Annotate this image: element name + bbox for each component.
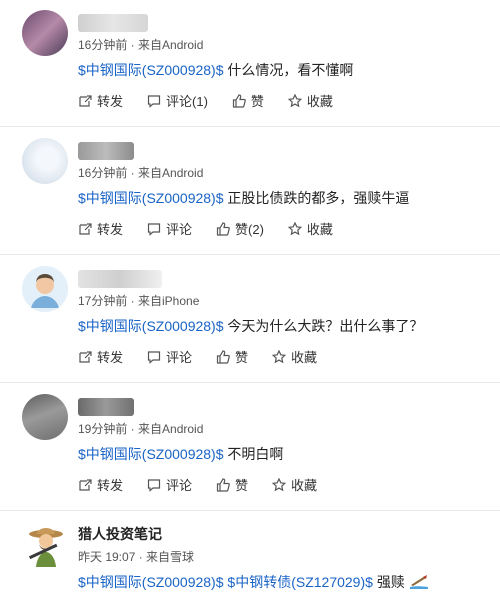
favorite-icon [287,221,302,235]
like-label: 赞 [235,478,249,493]
bond-link[interactable]: $中钢转债(SZ127029)$ [227,574,373,590]
like-icon [216,477,230,492]
favorite-label: 收藏 [306,94,333,109]
post-meta: 16分钟前 · 来自Android [78,38,204,52]
stock-link[interactable]: $中钢国际(SZ000928)$ [78,446,224,462]
favorite-icon [272,477,287,491]
repost-button[interactable]: 转发 [78,475,123,494]
post-text: 正股比债跌的都多，强赎牛逼 [227,190,410,206]
username-blurred[interactable] [78,270,162,288]
repost-button[interactable]: 转发 [78,347,123,366]
comment-button[interactable]: 评论(1) [147,91,208,110]
feed-post: 猎人投资笔记 昨天 19:07 · 来自雪球 $中钢国际(SZ000928)$ … [0,512,500,611]
avatar[interactable] [22,266,68,312]
post-actions: 转发 评论 赞(2) 收藏 [78,219,357,238]
post-text: 什么情况，看不懂啊 [227,62,354,78]
comment-label: 评论(1) [166,94,208,109]
hunter-avatar-icon [28,528,63,567]
like-button[interactable]: 赞(2) [216,219,264,238]
comment-icon [147,222,161,236]
post-meta: 昨天 19:07 · 来自雪球 [78,550,195,564]
post-meta: 16分钟前 · 来自Android [78,166,204,180]
like-icon [232,93,246,108]
username-blurred[interactable] [78,142,134,160]
favorite-label: 收藏 [291,478,318,493]
favorite-button[interactable]: 收藏 [287,219,333,238]
repost-label: 转发 [97,94,124,109]
comment-label: 评论 [166,222,193,237]
repost-icon [79,94,92,107]
stock-link[interactable]: $中钢国际(SZ000928)$ [78,62,224,78]
like-icon [216,349,230,364]
post-text: 强赎 [376,574,405,590]
like-button[interactable]: 赞 [216,475,248,494]
comment-icon [147,478,161,492]
favorite-label: 收藏 [291,350,318,365]
repost-label: 转发 [97,222,124,237]
repost-icon [79,350,92,363]
like-button[interactable]: 赞 [232,91,264,110]
comment-button[interactable]: 评论 [147,347,192,366]
feed-post: 16分钟前 · 来自Android $中钢国际(SZ000928)$ 正股比债跌… [0,128,500,255]
like-label: 赞 [235,350,249,365]
favorite-icon [272,349,287,363]
comment-icon [147,350,161,364]
username-blurred[interactable] [78,14,148,32]
avatar[interactable] [22,10,68,56]
username-blurred[interactable] [78,398,134,416]
stock-link[interactable]: $中钢国际(SZ000928)$ [78,190,224,206]
like-label: 赞 [250,94,264,109]
post-text: 今天为什么大跌？出什么事了？ [227,318,424,334]
post-text: 不明白啊 [227,446,284,462]
stock-link[interactable]: $中钢国际(SZ000928)$ [78,318,224,334]
emoji-icon [409,575,428,589]
post-content: $中钢国际(SZ000928)$ 什么情况，看不懂啊 [78,60,353,80]
like-label: 赞(2) [235,222,264,237]
like-icon [216,221,230,236]
repost-button[interactable]: 转发 [78,219,123,238]
avatar[interactable] [22,522,68,568]
post-meta: 17分钟前 · 来自iPhone [78,294,200,308]
post-content: $中钢国际(SZ000928)$ 不明白啊 [78,444,283,464]
post-actions: 转发 评论 赞 收藏 [78,475,341,494]
comment-icon [147,94,161,108]
username[interactable]: 猎人投资笔记 [78,524,162,544]
feed-post: 19分钟前 · 来自Android $中钢国际(SZ000928)$ 不明白啊 … [0,384,500,511]
post-actions: 转发 评论 赞 收藏 [78,347,341,366]
avatar[interactable] [22,138,68,184]
post-content: $中钢国际(SZ000928)$ $中钢转债(SZ127029)$ 强赎 [78,572,429,592]
favorite-button[interactable]: 收藏 [272,347,317,366]
feed-post: 17分钟前 · 来自iPhone $中钢国际(SZ000928)$ 今天为什么大… [0,256,500,383]
comment-button[interactable]: 评论 [147,475,192,494]
post-content: $中钢国际(SZ000928)$ 正股比债跌的都多，强赎牛逼 [78,188,409,208]
like-button[interactable]: 赞 [216,347,248,366]
post-actions: 转发 评论(1) 赞 收藏 [78,91,357,110]
repost-icon [79,222,92,235]
comment-label: 评论 [166,350,193,365]
favorite-icon [287,93,302,107]
post-meta: 19分钟前 · 来自Android [78,422,204,436]
avatar[interactable] [22,394,68,440]
comment-button[interactable]: 评论 [147,219,192,238]
stock-link[interactable]: $中钢国际(SZ000928)$ [78,574,224,590]
comment-label: 评论 [166,478,193,493]
person-avatar-icon [22,266,68,312]
repost-label: 转发 [97,350,124,365]
favorite-button[interactable]: 收藏 [287,91,333,110]
favorite-label: 收藏 [306,222,333,237]
post-content: $中钢国际(SZ000928)$ 今天为什么大跌？出什么事了？ [78,316,423,336]
feed-post: 16分钟前 · 来自Android $中钢国际(SZ000928)$ 什么情况，… [0,0,500,127]
repost-icon [79,478,92,491]
repost-label: 转发 [97,478,124,493]
favorite-button[interactable]: 收藏 [272,475,317,494]
repost-button[interactable]: 转发 [78,91,123,110]
